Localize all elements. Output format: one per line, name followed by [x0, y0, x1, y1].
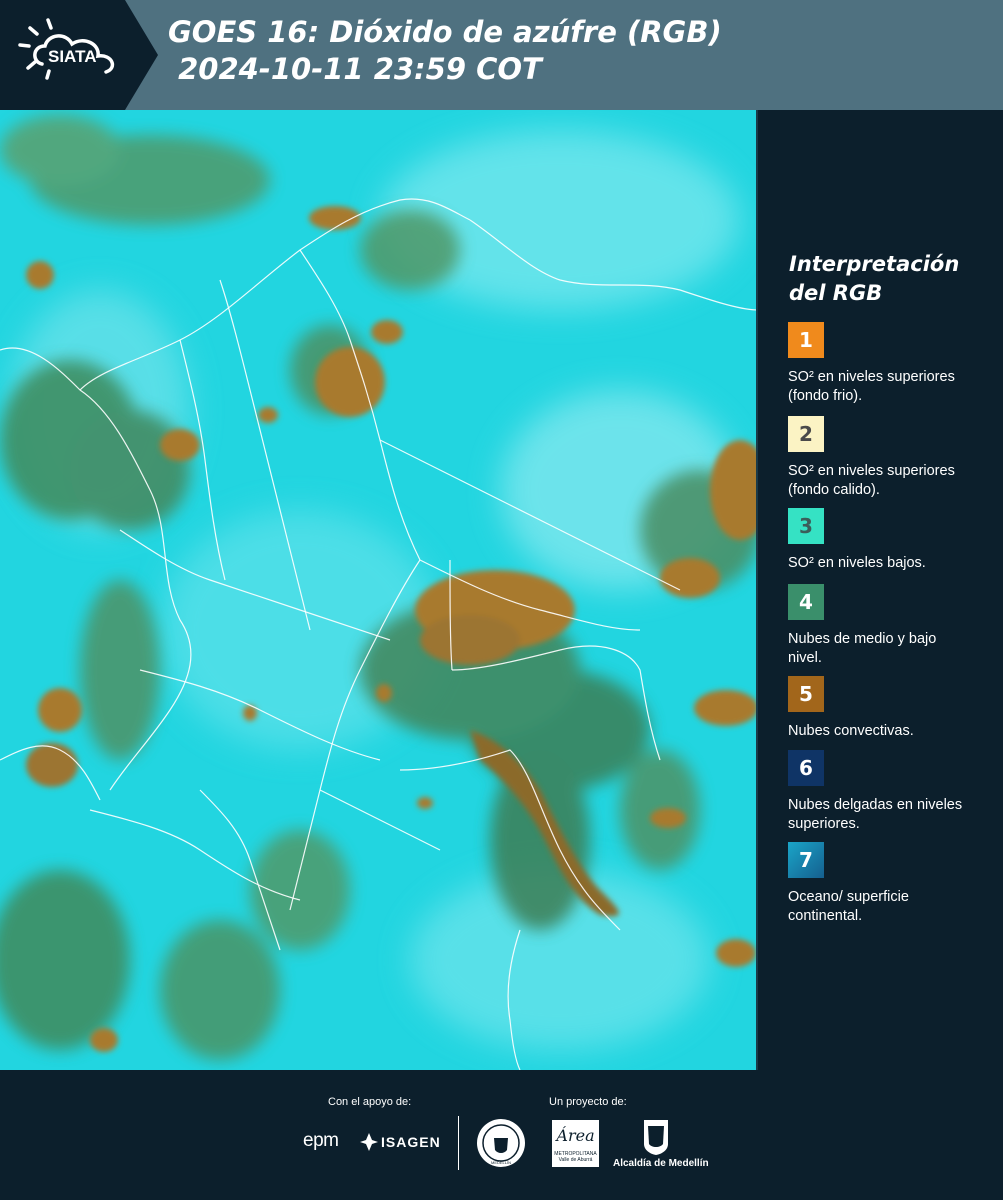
header: SIATA GOES 16: Dióxido de azúfre (RGB) 2… — [0, 0, 1003, 110]
legend-text-1: SO² en niveles superiores (fondo frio). — [788, 369, 955, 404]
footer-divider — [458, 1116, 459, 1170]
siata-logo-text: SIATA — [48, 47, 96, 66]
medellin-seal-text: MEDELLÍN — [491, 1160, 511, 1165]
area-metropolitana-mark: Área — [556, 1126, 595, 1145]
siata-badge: SIATA — [0, 0, 158, 110]
support-label: Con el apoyo de: — [328, 1096, 412, 1108]
isagen-logo-icon — [360, 1133, 378, 1151]
epm-logo: epm — [303, 1130, 339, 1151]
project-label: Un proyecto de: — [549, 1096, 627, 1108]
legend-swatch-7: 7 — [788, 842, 824, 878]
legend-swatch-1: 1 — [788, 322, 824, 358]
legend-item-2: 2 SO² en niveles superiores (fondo calid… — [788, 416, 988, 500]
legend-item-5: 5 Nubes convectivas. — [788, 676, 988, 741]
legend-item-1: 1 SO² en niveles superiores (fondo frio)… — [788, 322, 988, 406]
satellite-map — [0, 110, 758, 1070]
area-metropolitana-logo: Área METROPOLITANA Valle de Aburrá — [552, 1120, 599, 1167]
legend-text-2: SO² en niveles superiores (fondo calido)… — [788, 463, 955, 498]
legend-text-3: SO² en niveles bajos. — [788, 555, 926, 571]
legend-text-4: Nubes de medio y bajo nivel. — [788, 631, 937, 666]
legend-item-7: 7 Oceano/ superficie continental. — [788, 842, 988, 926]
legend-swatch-2: 2 — [788, 416, 824, 452]
legend-panel: Interpretación del RGB 1 SO² en niveles … — [760, 110, 1003, 1070]
legend-item-6: 6 Nubes delgadas en niveles superiores. — [788, 750, 988, 834]
area-metropolitana-sub2: Valle de Aburrá — [558, 1157, 593, 1163]
medellin-seal-icon: MEDELLÍN — [477, 1119, 525, 1167]
legend-text-5: Nubes convectivas. — [788, 723, 914, 739]
alcaldia-logo-text: Alcaldía de Medellín — [613, 1158, 709, 1169]
legend-swatch-5: 5 — [788, 676, 824, 712]
legend-text-7: Oceano/ superficie continental. — [788, 889, 909, 924]
page-title: GOES 16: Dióxido de azúfre (RGB) 2024-10… — [168, 14, 722, 88]
legend-swatch-6: 6 — [788, 750, 824, 786]
title-line-2: 2024-10-11 23:59 COT — [168, 52, 542, 86]
legend-swatch-4: 4 — [788, 584, 824, 620]
footer: Con el apoyo de: Un proyecto de: epm ISA… — [0, 1070, 1003, 1200]
legend-swatch-3: 3 — [788, 508, 824, 544]
legend-title: Interpretación del RGB — [789, 252, 960, 305]
satellite-image — [0, 110, 756, 1070]
title-line-1: GOES 16: Dióxido de azúfre (RGB) — [168, 15, 722, 49]
alcaldia-shield-icon — [644, 1120, 668, 1155]
legend-text-6: Nubes delgadas en niveles superiores. — [788, 797, 963, 832]
legend-item-3: 3 SO² en niveles bajos. — [788, 508, 988, 573]
isagen-logo: ISAGEN — [381, 1134, 441, 1150]
legend-item-4: 4 Nubes de medio y bajo nivel. — [788, 584, 988, 668]
